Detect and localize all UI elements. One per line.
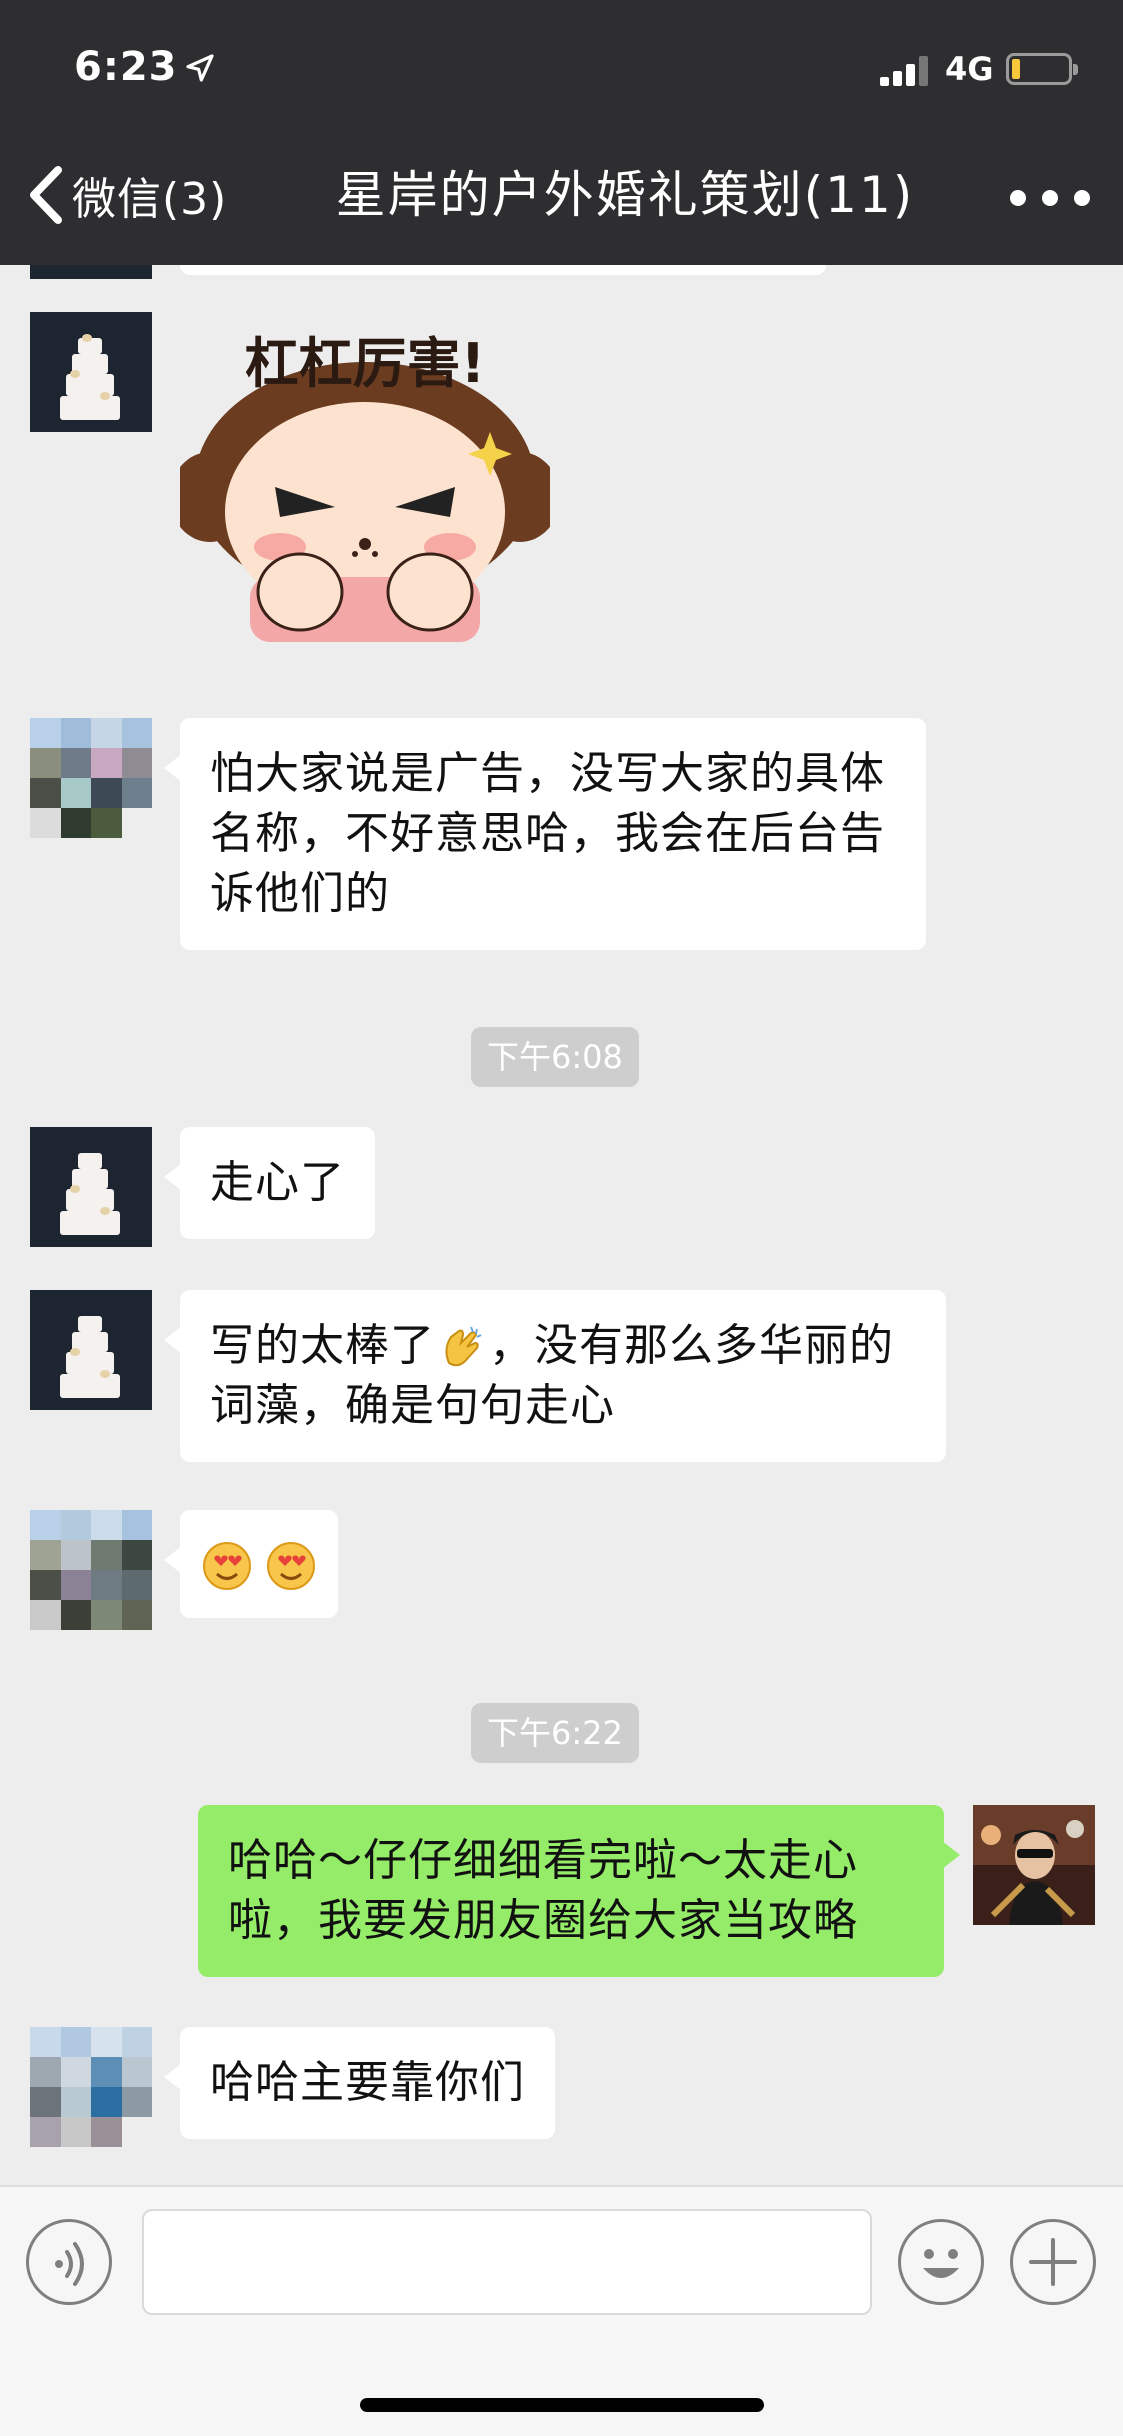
home-indicator [360,2398,764,2412]
avatar[interactable] [30,2027,152,2147]
dot-icon [1010,190,1026,206]
message-text: 写的太棒了 [210,1320,435,1371]
chevron-left-icon [30,166,62,224]
dot-icon [1042,190,1058,206]
sticker-message[interactable]: 杠杠厉害! [170,312,560,642]
back-label: 微信(3) [72,174,228,225]
avatar[interactable] [30,1510,152,1630]
message-input[interactable] [142,2209,872,2315]
message-bubble-partial [180,265,826,275]
heart-eyes-emoji-icon [203,1542,251,1590]
message-text: 走心了 [210,1157,345,1208]
avatar[interactable] [30,718,152,838]
profile-photo-icon [973,1805,1095,1925]
plus-icon [1029,2238,1077,2286]
avatar[interactable] [30,1127,152,1247]
signal-strength-icon [880,56,932,86]
message-bubble-sent[interactable]: 哈哈～仔仔细细看完啦～太走心啦，我要发朋友圈给大家当攻略 [198,1805,960,1977]
heart-eyes-emoji-icon [267,1542,315,1590]
emoji-button[interactable] [898,2219,984,2305]
avatar[interactable] [30,265,152,279]
clapping-hands-icon [445,1326,482,1367]
voice-input-button[interactable] [26,2219,112,2305]
emoji-icon [923,2249,959,2278]
avatar[interactable] [30,1290,152,1410]
message-text: 哈哈～仔仔细细看完啦～太走心啦，我要发朋友圈给大家当攻略 [228,1835,858,1946]
message-text: 怕大家说是广告，没写大家的具体名称，不好意思哈，我会在后台告诉他们的 [210,748,885,919]
more-functions-button[interactable] [1010,2219,1096,2305]
battery-icon [1006,53,1078,85]
avatar[interactable] [30,312,152,432]
message-bubble[interactable] [164,1510,338,1618]
more-options-button[interactable] [1010,178,1090,218]
network-type: 4G [945,50,994,88]
message-list[interactable]: 杠杠厉害! 怕大家说是广告，没写大家的具体名称，不好意思哈，我会在后台告诉他们的… [0,265,1123,2185]
top-bar: 6:23 4G 微信(3) 星岸的户外婚礼策划(11) [0,0,1123,265]
dot-icon [1074,190,1090,206]
timestamp: 下午6:22 [471,1703,639,1763]
back-button[interactable]: 微信(3) [24,160,254,230]
message-bubble[interactable]: 走心了 [164,1127,375,1239]
avatar-self[interactable] [973,1805,1095,1925]
message-bubble[interactable]: 写的太棒了 ，没有那么多华丽的词藻，确是句句走心 [164,1290,946,1462]
message-text: 哈哈主要靠你们 [210,2057,525,2108]
sticker-caption: 杠杠厉害! [245,332,486,395]
message-bubble[interactable]: 怕大家说是广告，没写大家的具体名称，不好意思哈，我会在后台告诉他们的 [164,718,926,950]
status-time: 6:23 [74,44,178,90]
sticker-girl-thumbs-up-icon: 杠杠厉害! [170,332,560,642]
message-bubble[interactable]: 哈哈主要靠你们 [164,2027,555,2139]
chat-title: 星岸的户外婚礼策划(11) [335,166,915,224]
timestamp: 下午6:08 [471,1027,639,1087]
location-arrow-icon [186,54,214,82]
voice-icon [55,2242,84,2286]
